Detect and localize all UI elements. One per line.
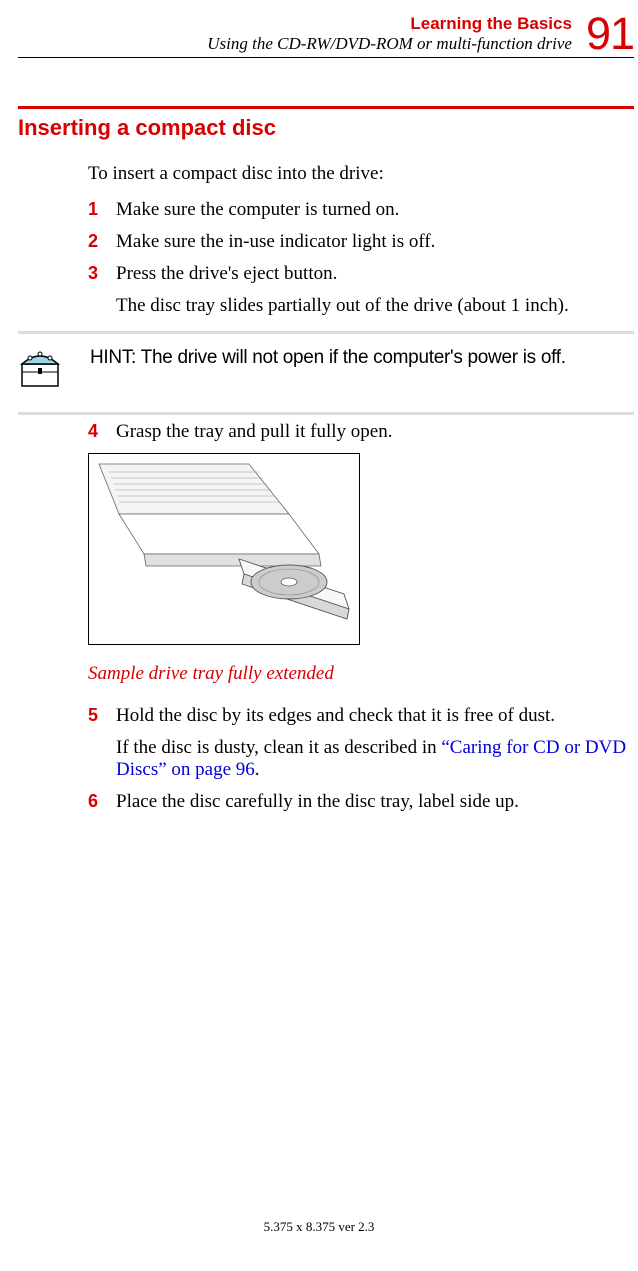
page: Learning the Basics Using the CD-RW/DVD-… xyxy=(0,0,638,813)
step-body: Make sure the computer is turned on. xyxy=(116,199,634,221)
step-body: Grasp the tray and pull it fully open. xyxy=(116,421,634,443)
hint-text: HINT: The drive will not open if the com… xyxy=(90,346,566,370)
step-text-pre: If the disc is dusty, clean it as descri… xyxy=(116,737,441,758)
step-text: Place the disc carefully in the disc tra… xyxy=(116,791,634,813)
chapter-title: Learning the Basics xyxy=(207,14,572,34)
step-text: Make sure the computer is turned on. xyxy=(116,199,634,221)
step-number: 2 xyxy=(88,231,116,253)
step-text: The disc tray slides partially out of th… xyxy=(116,295,634,317)
step-text: If the disc is dusty, clean it as descri… xyxy=(116,737,634,781)
hint-rule-top xyxy=(18,331,634,334)
hint-block: HINT: The drive will not open if the com… xyxy=(18,331,634,415)
header-text-block: Learning the Basics Using the CD-RW/DVD-… xyxy=(207,14,572,54)
step-text: Hold the disc by its edges and check tha… xyxy=(116,705,634,727)
step-text-post: . xyxy=(255,759,260,780)
content-block: To insert a compact disc into the drive:… xyxy=(18,163,634,317)
page-header: Learning the Basics Using the CD-RW/DVD-… xyxy=(18,14,634,58)
step-text: Make sure the in-use indicator light is … xyxy=(116,231,634,253)
subchapter-title: Using the CD-RW/DVD-ROM or multi-functio… xyxy=(207,34,572,54)
content-block-2: 4 Grasp the tray and pull it fully open. xyxy=(18,421,634,443)
step-text: Press the drive's eject button. xyxy=(116,263,634,285)
step-number: 5 xyxy=(88,705,116,781)
section-rule xyxy=(18,106,634,109)
section-title: Inserting a compact disc xyxy=(18,115,634,141)
step-6: 6 Place the disc carefully in the disc t… xyxy=(88,791,634,813)
step-3: 3 Press the drive's eject button. The di… xyxy=(88,263,634,317)
figure-caption: Sample drive tray fully extended xyxy=(88,663,634,685)
hint-rule-bottom xyxy=(18,412,634,415)
figure-wrap: Sample drive tray fully extended xyxy=(18,453,634,685)
hint-row: HINT: The drive will not open if the com… xyxy=(18,338,634,408)
step-body: Place the disc carefully in the disc tra… xyxy=(116,791,634,813)
step-number: 6 xyxy=(88,791,116,813)
step-number: 4 xyxy=(88,421,116,443)
step-2: 2 Make sure the in-use indicator light i… xyxy=(88,231,634,253)
step-number: 3 xyxy=(88,263,116,317)
content-block-3: 5 Hold the disc by its edges and check t… xyxy=(18,705,634,813)
step-4: 4 Grasp the tray and pull it fully open. xyxy=(88,421,634,443)
step-text: Grasp the tray and pull it fully open. xyxy=(116,421,634,443)
step-body: Make sure the in-use indicator light is … xyxy=(116,231,634,253)
step-body: Press the drive's eject button. The disc… xyxy=(116,263,634,317)
step-body: Hold the disc by its edges and check tha… xyxy=(116,705,634,781)
treasure-chest-icon xyxy=(18,346,62,390)
step-1: 1 Make sure the computer is turned on. xyxy=(88,199,634,221)
step-number: 1 xyxy=(88,199,116,221)
page-number: 91 xyxy=(586,14,634,55)
drive-tray-figure xyxy=(88,453,360,645)
step-5: 5 Hold the disc by its edges and check t… xyxy=(88,705,634,781)
footer-text: 5.375 x 8.375 ver 2.3 xyxy=(0,1219,638,1235)
intro-text: To insert a compact disc into the drive: xyxy=(88,163,634,185)
